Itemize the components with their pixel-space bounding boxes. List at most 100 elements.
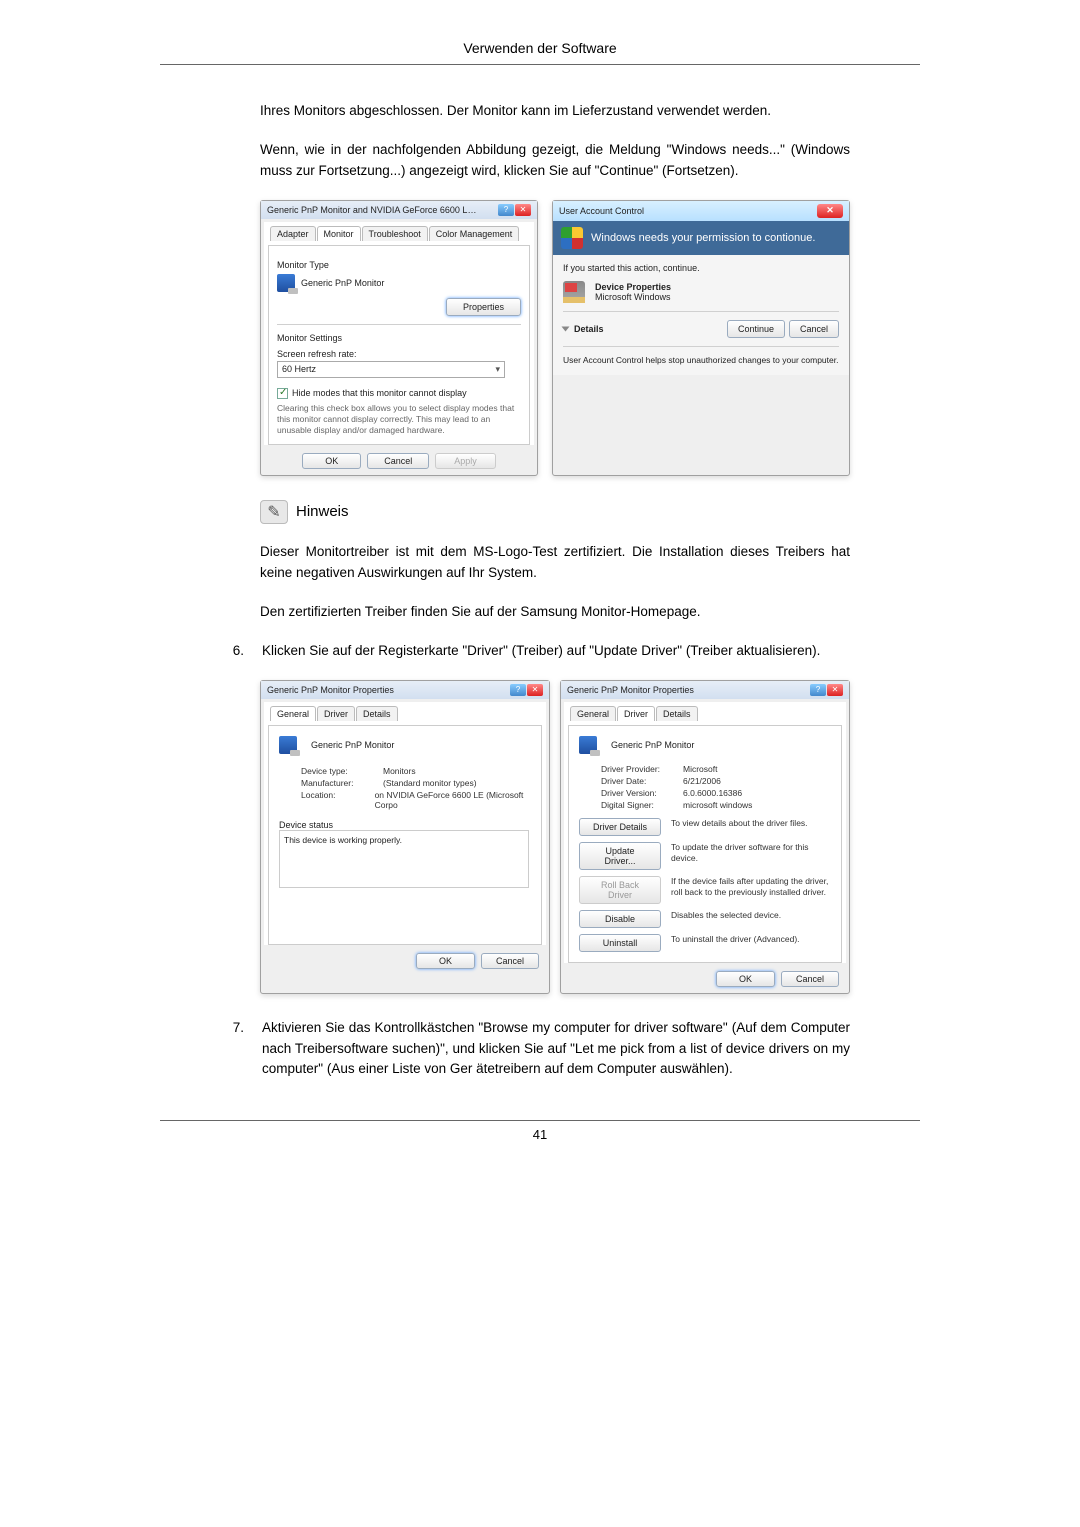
device-icon xyxy=(563,281,585,303)
monitor-generic-label: Generic PnP Monitor xyxy=(611,740,694,750)
uac-if-started: If you started this action, continue. xyxy=(563,263,839,273)
hide-modes-label: Hide modes that this monitor cannot disp… xyxy=(292,388,467,398)
tab-adapter[interactable]: Adapter xyxy=(270,226,316,241)
ok-button[interactable]: OK xyxy=(302,453,361,469)
dialog-titlebar: Generic PnP Monitor and NVIDIA GeForce 6… xyxy=(261,201,537,219)
monitor-settings-label: Monitor Settings xyxy=(277,333,521,343)
page-number: 41 xyxy=(160,1127,920,1142)
monitor-properties-dialog: Generic PnP Monitor and NVIDIA GeForce 6… xyxy=(260,200,538,476)
cancel-button[interactable]: Cancel xyxy=(481,953,539,969)
ol-7-text: Aktivieren Sie das Kontrollkästchen "Bro… xyxy=(262,1018,850,1081)
tab-driver[interactable]: Driver xyxy=(617,706,655,721)
uac-details-toggle[interactable]: Details xyxy=(574,324,604,334)
device-status-box: This device is working properly. xyxy=(279,830,529,888)
digital-signer-label: Digital Signer: xyxy=(601,800,683,810)
rollback-driver-button[interactable]: Roll Back Driver xyxy=(579,876,661,904)
figures-row-2: Generic PnP Monitor Properties ? ✕ Gener… xyxy=(260,680,850,994)
refresh-rate-select[interactable]: 60 Hertz ▾ xyxy=(277,361,505,378)
note-icon: ✎ xyxy=(260,500,288,524)
ok-button[interactable]: OK xyxy=(716,971,775,987)
tab-general[interactable]: General xyxy=(270,706,316,721)
monitor-props-general-dialog: Generic PnP Monitor Properties ? ✕ Gener… xyxy=(260,680,550,994)
cancel-button[interactable]: Cancel xyxy=(367,453,429,469)
monitor-type-label: Monitor Type xyxy=(277,260,521,270)
driver-provider-label: Driver Provider: xyxy=(601,764,683,774)
disable-desc: Disables the selected device. xyxy=(671,910,781,921)
device-status-label: Device status xyxy=(279,820,531,830)
uac-banner: Windows needs your permission to contion… xyxy=(553,221,849,255)
tab-details[interactable]: Details xyxy=(656,706,698,721)
monitor-icon xyxy=(279,736,297,754)
device-type-label: Device type: xyxy=(301,766,383,776)
manufacturer-value: (Standard monitor types) xyxy=(383,778,477,788)
apply-button[interactable]: Apply xyxy=(435,453,496,469)
device-type-value: Monitors xyxy=(383,766,416,776)
continue-button[interactable]: Continue xyxy=(727,320,785,338)
tab-troubleshoot[interactable]: Troubleshoot xyxy=(362,226,428,241)
update-driver-button[interactable]: Update Driver... xyxy=(579,842,661,870)
cancel-button[interactable]: Cancel xyxy=(789,320,839,338)
help-icon[interactable]: ? xyxy=(810,684,826,696)
dialog-title-text: Generic PnP Monitor Properties xyxy=(567,685,694,695)
uac-ms-windows: Microsoft Windows xyxy=(595,292,671,302)
chevron-down-icon[interactable] xyxy=(562,326,570,331)
close-icon[interactable]: ✕ xyxy=(515,204,531,216)
properties-button[interactable]: Properties xyxy=(446,298,521,316)
monitor-props-driver-dialog: Generic PnP Monitor Properties ? ✕ Gener… xyxy=(560,680,850,994)
uac-footer-text: User Account Control helps stop unauthor… xyxy=(563,355,839,365)
close-icon[interactable]: ✕ xyxy=(817,204,843,218)
note-para-2: Den zertifizierten Treiber finden Sie au… xyxy=(260,602,850,623)
close-icon[interactable]: ✕ xyxy=(527,684,543,696)
driver-provider-value: Microsoft xyxy=(683,764,717,774)
ol-6-number: 6. xyxy=(224,641,244,662)
driver-details-button[interactable]: Driver Details xyxy=(579,818,661,836)
dialog-title-text: Generic PnP Monitor and NVIDIA GeForce 6… xyxy=(267,205,477,215)
hide-modes-help: Clearing this check box allows you to se… xyxy=(277,403,521,436)
header-rule xyxy=(160,64,920,65)
uac-titlebar: User Account Control ✕ xyxy=(553,201,849,221)
driver-date-value: 6/21/2006 xyxy=(683,776,721,786)
close-icon[interactable]: ✕ xyxy=(827,684,843,696)
monitor-generic-label: Generic PnP Monitor xyxy=(301,278,384,288)
help-icon[interactable]: ? xyxy=(498,204,514,216)
location-value: on NVIDIA GeForce 6600 LE (Microsoft Cor… xyxy=(375,790,531,810)
uninstall-button[interactable]: Uninstall xyxy=(579,934,661,952)
tab-details[interactable]: Details xyxy=(356,706,398,721)
refresh-rate-value: 60 Hertz xyxy=(282,364,316,374)
cancel-button[interactable]: Cancel xyxy=(781,971,839,987)
device-status-text: This device is working properly. xyxy=(284,835,402,845)
footer-rule xyxy=(160,1120,920,1121)
monitor-icon xyxy=(579,736,597,754)
monitor-generic-label: Generic PnP Monitor xyxy=(311,740,394,750)
uac-banner-text: Windows needs your permission to contion… xyxy=(591,232,815,244)
tab-general[interactable]: General xyxy=(570,706,616,721)
dialog-title-text: Generic PnP Monitor Properties xyxy=(267,685,394,695)
tab-monitor[interactable]: Monitor xyxy=(317,226,361,241)
ok-button[interactable]: OK xyxy=(416,953,475,969)
driver-version-label: Driver Version: xyxy=(601,788,683,798)
uac-title-text: User Account Control xyxy=(559,206,644,216)
figures-row-1: Generic PnP Monitor and NVIDIA GeForce 6… xyxy=(260,200,850,476)
ol-6-text: Klicken Sie auf der Registerkarte "Drive… xyxy=(262,641,820,662)
uac-device-properties: Device Properties xyxy=(595,282,671,292)
page-header: Verwenden der Software xyxy=(160,40,920,56)
monitor-icon xyxy=(277,274,295,292)
update-driver-desc: To update the driver software for this d… xyxy=(671,842,831,864)
ol-7-number: 7. xyxy=(224,1018,244,1081)
shield-icon xyxy=(561,227,583,249)
uninstall-desc: To uninstall the driver (Advanced). xyxy=(671,934,800,945)
digital-signer-value: microsoft windows xyxy=(683,800,752,810)
driver-date-label: Driver Date: xyxy=(601,776,683,786)
location-label: Location: xyxy=(301,790,375,810)
note-label: Hinweis xyxy=(296,503,349,520)
driver-version-value: 6.0.6000.16386 xyxy=(683,788,742,798)
hide-modes-checkbox[interactable]: ✓ xyxy=(277,388,288,399)
body-para-1: Ihres Monitors abgeschlossen. Der Monito… xyxy=(260,101,850,122)
tab-driver[interactable]: Driver xyxy=(317,706,355,721)
disable-button[interactable]: Disable xyxy=(579,910,661,928)
manufacturer-label: Manufacturer: xyxy=(301,778,383,788)
note-para-1: Dieser Monitortreiber ist mit dem MS-Log… xyxy=(260,542,850,584)
help-icon[interactable]: ? xyxy=(510,684,526,696)
rollback-driver-desc: If the device fails after updating the d… xyxy=(671,876,831,898)
tab-color-management[interactable]: Color Management xyxy=(429,226,520,241)
